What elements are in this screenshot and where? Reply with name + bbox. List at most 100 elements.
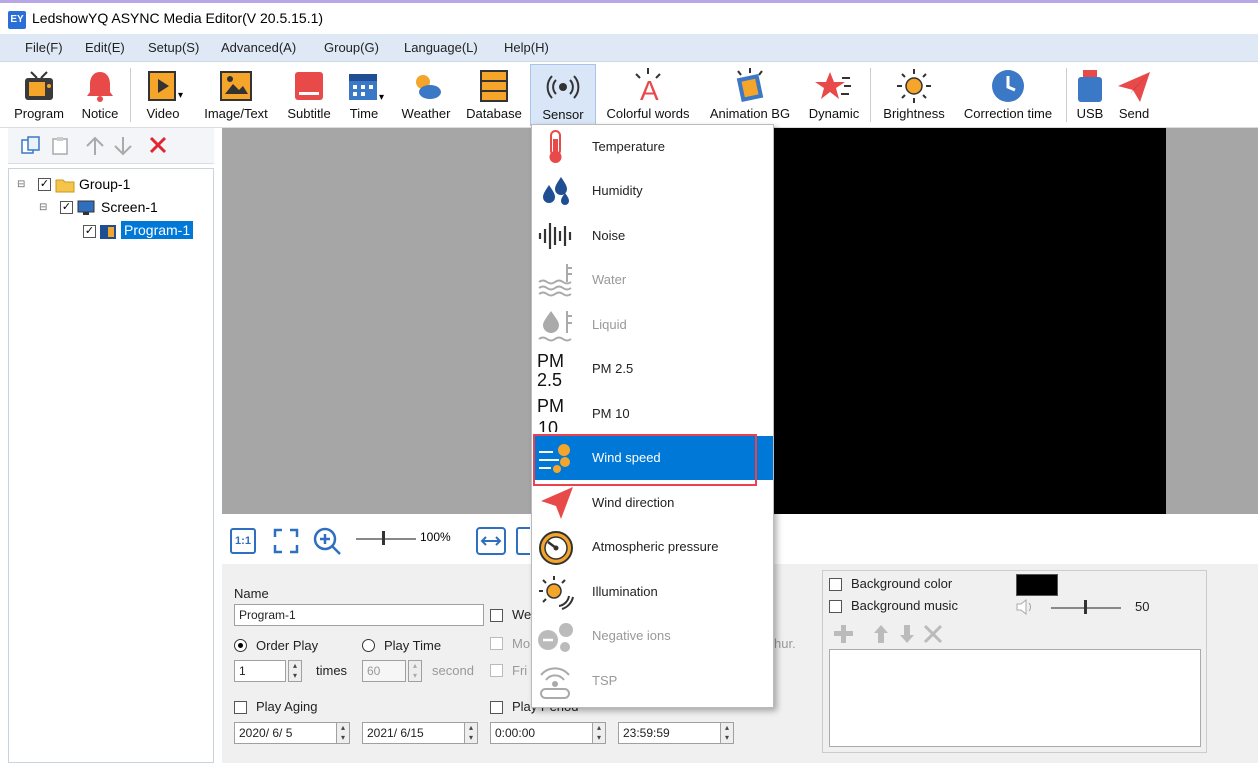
background-music-checkbox[interactable] [829, 600, 842, 613]
menu-item-pm25[interactable]: PM 2.5 PM 2.5 [533, 347, 773, 391]
menu-help[interactable]: Help(H) [504, 40, 549, 55]
led-screen-preview[interactable] [741, 128, 1166, 514]
animation-bg-button[interactable]: Animation BG [704, 64, 796, 126]
start-time-input[interactable]: 0:00:00 [490, 722, 598, 744]
tree-item-program[interactable]: Program-1 [119, 220, 195, 240]
actual-size-button[interactable]: 1:1 [230, 528, 256, 554]
screen-checkbox[interactable]: ✓ [60, 201, 73, 214]
start-date-spinner[interactable]: ▴ ▾ [336, 722, 350, 744]
wind-speed-highlight-box [533, 434, 757, 486]
end-time-input[interactable]: 23:59:59 [618, 722, 726, 744]
menu-item-water[interactable]: Water [533, 258, 773, 302]
program-checkbox[interactable]: ✓ [83, 225, 96, 238]
menu-item-atmospheric-pressure[interactable]: Atmospheric pressure [533, 525, 773, 569]
menu-item-tsp[interactable]: TSP [533, 659, 773, 703]
svg-text:10: 10 [538, 418, 558, 432]
monitor-icon [77, 200, 95, 215]
times-input[interactable]: 1 [234, 660, 286, 682]
tree-item-group[interactable]: Group-1 [79, 176, 130, 192]
sensor-button[interactable]: ▾ Sensor [530, 64, 600, 126]
fit-height-icon[interactable] [516, 527, 530, 555]
background-music-label: Background music [851, 598, 958, 613]
volume-slider-thumb[interactable] [1084, 600, 1087, 614]
folder-icon [55, 179, 75, 193]
seconds-input[interactable]: 60 [362, 660, 406, 682]
background-color-swatch[interactable] [1016, 574, 1058, 596]
zoom-in-icon[interactable] [312, 526, 342, 556]
notice-button[interactable]: Notice [76, 64, 124, 126]
send-button[interactable]: Send [1112, 64, 1156, 126]
dynamic-button[interactable]: Dynamic [802, 64, 866, 126]
play-aging-checkbox[interactable] [234, 701, 247, 714]
svg-text:PM: PM [537, 351, 564, 371]
subtitle-button[interactable]: Subtitle [282, 64, 336, 126]
fit-screen-icon[interactable] [272, 527, 300, 555]
background-color-checkbox[interactable] [829, 578, 842, 591]
menu-item-temperature[interactable]: Temperature [533, 125, 773, 169]
menu-item-pm10[interactable]: PM 10 PM 10 [533, 392, 773, 436]
time-button[interactable]: ▾ Time [340, 64, 388, 126]
menu-item-liquid[interactable]: Liquid [533, 303, 773, 347]
monday-checkbox[interactable] [490, 637, 503, 650]
play-time-radio[interactable] [362, 639, 375, 652]
menu-setup[interactable]: Setup(S) [148, 40, 199, 55]
pressure-gauge-icon [539, 531, 573, 565]
start-time-spinner[interactable]: ▴ ▾ [592, 722, 606, 744]
times-spinner[interactable]: ▴ ▾ [288, 660, 302, 682]
thermometer-icon [549, 130, 562, 163]
menu-item-negative-ions[interactable]: Negative ions [533, 614, 773, 658]
menu-file[interactable]: File(F) [25, 40, 63, 55]
correction-time-button[interactable]: Correction time [956, 64, 1060, 126]
fit-width-icon[interactable] [476, 527, 506, 555]
end-date-spinner[interactable]: ▴ ▾ [464, 722, 478, 744]
seconds-spinner[interactable]: ▴ ▾ [408, 660, 422, 682]
play-period-checkbox[interactable] [490, 701, 503, 714]
end-date-input[interactable]: 2021/ 6/15 [362, 722, 470, 744]
program-tree: ⊟ ✓ Group-1 ⊟ ✓ Screen-1 ✓ Program-1 [8, 168, 214, 763]
menu-edit[interactable]: Edit(E) [85, 40, 125, 55]
menu-group[interactable]: Group(G) [324, 40, 379, 55]
collapse-icon[interactable]: ⊟ [17, 179, 25, 190]
brightness-button[interactable]: Brightness [876, 64, 952, 126]
svg-text:2.5: 2.5 [537, 370, 562, 387]
friday-checkbox[interactable] [490, 664, 503, 677]
wind-direction-icon [541, 487, 573, 519]
week-checkbox[interactable] [490, 609, 503, 622]
group-checkbox[interactable]: ✓ [38, 178, 51, 191]
colorful-words-button[interactable]: A Colorful words [600, 64, 696, 126]
image-text-button[interactable]: Image/Text [198, 64, 274, 126]
clock-icon [988, 66, 1028, 106]
svg-text:▾: ▾ [178, 90, 183, 101]
delete-icon[interactable] [148, 136, 170, 156]
menu-item-humidity[interactable]: Humidity [533, 169, 773, 213]
zoom-slider-thumb[interactable] [382, 531, 385, 545]
pm25-icon: PM2.5 [537, 351, 564, 387]
menu-item-wind-direction[interactable]: Wind direction [533, 481, 773, 525]
video-button[interactable]: ▾ Video [136, 64, 190, 126]
collapse-icon[interactable]: ⊟ [39, 202, 47, 213]
start-date-input[interactable]: 2020/ 6/ 5 [234, 722, 342, 744]
program-name-input[interactable]: Program-1 [234, 604, 484, 626]
database-button[interactable]: Database [462, 64, 526, 126]
app-logo-icon: EY [8, 11, 26, 29]
usb-button[interactable]: USB [1070, 64, 1110, 126]
menu-item-noise[interactable]: Noise [533, 214, 773, 258]
end-time-spinner[interactable]: ▴ ▾ [720, 722, 734, 744]
copy-icon[interactable] [20, 136, 42, 156]
menu-language[interactable]: Language(L) [404, 40, 478, 55]
menu-advanced[interactable]: Advanced(A) [221, 40, 296, 55]
order-play-radio[interactable] [234, 639, 247, 652]
program-button[interactable]: Program [10, 64, 68, 126]
paste-icon[interactable] [50, 136, 72, 156]
move-up-icon[interactable] [84, 136, 106, 156]
weather-button[interactable]: Weather [396, 64, 456, 126]
move-down-icon[interactable] [112, 136, 134, 156]
tree-item-screen[interactable]: Screen-1 [101, 199, 158, 215]
zoom-slider-track[interactable] [356, 538, 416, 540]
speaker-icon [1016, 599, 1031, 615]
menu-item-illumination[interactable]: Illumination [533, 570, 773, 614]
music-list[interactable] [829, 649, 1201, 747]
liquid-level-icon [538, 311, 572, 342]
toolbar-separator [130, 68, 131, 122]
tsp-icon [540, 667, 570, 699]
